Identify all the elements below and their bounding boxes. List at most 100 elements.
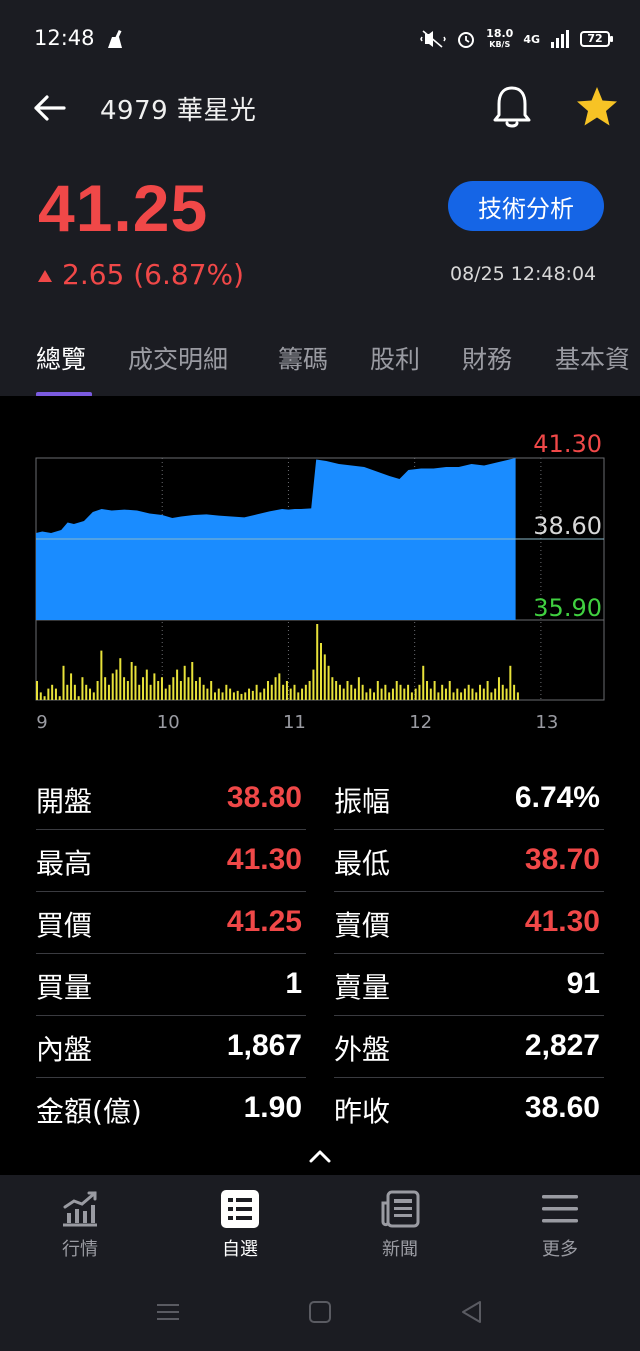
- volume-bar: [43, 696, 46, 700]
- bell-icon[interactable]: [490, 84, 534, 132]
- nav-watchlist[interactable]: 自選: [180, 1189, 300, 1260]
- volume-bar: [323, 654, 326, 700]
- stat-value: 1,867: [226, 1029, 302, 1062]
- signal-icon: [551, 30, 569, 48]
- stat-low: 最低 38.70: [334, 830, 604, 892]
- stat-value: 1: [285, 967, 302, 1000]
- volume-bar: [433, 681, 436, 700]
- volume-bar: [248, 688, 251, 700]
- stat-label: 最高: [36, 847, 93, 880]
- volume-bar: [501, 684, 504, 700]
- volume-bar: [217, 688, 220, 700]
- volume-bar: [259, 692, 262, 700]
- technical-analysis-button[interactable]: 技術分析: [448, 181, 604, 231]
- tab-trade-details[interactable]: 成交明細: [128, 340, 228, 376]
- mute-vibrate-icon: [420, 30, 447, 48]
- volume-bar: [456, 688, 459, 700]
- stat-value: 38.80: [226, 781, 302, 814]
- volume-bar: [312, 669, 315, 700]
- volume-bar: [399, 684, 402, 700]
- intraday-chart[interactable]: 9 10 11 12 13 41.30 38.60 35.90: [0, 396, 640, 756]
- volume-bar: [240, 693, 243, 700]
- stat-prev-close: 昨收 38.60: [334, 1078, 604, 1140]
- back-icon[interactable]: [458, 1299, 486, 1325]
- volume-bar: [444, 688, 447, 700]
- volume-bar: [403, 688, 406, 700]
- volume-bar: [350, 684, 353, 700]
- price-change: 2.65 (6.87%): [62, 258, 245, 291]
- tab-basic-info[interactable]: 基本資: [555, 340, 630, 376]
- volume-bar: [206, 688, 209, 700]
- y-min-label: 35.90: [533, 594, 602, 622]
- volume-bar: [380, 688, 383, 700]
- volume-bar: [342, 688, 345, 700]
- volume-bar: [308, 681, 311, 700]
- stat-label: 內盤: [36, 1033, 93, 1066]
- volume-bar: [134, 665, 137, 700]
- stat-value: 6.74%: [514, 781, 600, 814]
- volume-bar: [225, 684, 228, 700]
- volume-bar: [100, 650, 103, 700]
- volume-bar: [81, 677, 84, 700]
- chevron-up-icon[interactable]: [304, 1144, 336, 1168]
- stat-label: 賣量: [334, 971, 391, 1004]
- stat-turnover: 金額(億) 1.90: [36, 1078, 306, 1140]
- volume-bar: [297, 692, 300, 700]
- volume-bar: [437, 692, 440, 700]
- volume-bar: [338, 684, 341, 700]
- volume-bar: [391, 688, 394, 700]
- menu-icon: [542, 1195, 578, 1223]
- bottom-navigation: 行情 自選 新聞 更多: [0, 1175, 640, 1265]
- quote-timestamp: 08/25 12:48:04: [450, 263, 597, 285]
- volume-bar: [505, 688, 508, 700]
- volume-bar: [47, 688, 50, 700]
- nav-news[interactable]: 新聞: [340, 1189, 460, 1260]
- current-price: 41.25: [38, 171, 209, 245]
- volume-bar: [236, 690, 239, 700]
- volume-bar: [157, 681, 160, 700]
- volume-bar: [361, 684, 364, 700]
- star-icon[interactable]: [574, 84, 620, 130]
- stat-ask-volume: 賣量 91: [334, 954, 604, 1016]
- tab-dividends[interactable]: 股利: [370, 340, 420, 376]
- up-arrow-icon: [38, 270, 52, 282]
- network-type: 4G: [523, 32, 540, 46]
- volume-bar: [70, 673, 73, 700]
- volume-bar: [516, 692, 519, 700]
- volume-bar: [388, 692, 391, 700]
- tab-financials[interactable]: 財務: [462, 340, 512, 376]
- x-tick-label: 11: [283, 712, 306, 733]
- volume-bar: [36, 681, 38, 700]
- x-tick-label: 13: [535, 712, 558, 733]
- stat-value: 38.60: [524, 1091, 600, 1124]
- volume-bar: [179, 681, 182, 700]
- volume-bar: [111, 673, 114, 700]
- volume-bar: [376, 681, 379, 700]
- recents-icon[interactable]: [154, 1299, 182, 1325]
- volume-bar: [138, 684, 141, 700]
- volume-bar: [62, 665, 65, 700]
- tab-chips[interactable]: 籌碼: [278, 340, 328, 376]
- volume-bar: [497, 677, 500, 700]
- nav-market[interactable]: 行情: [20, 1189, 140, 1260]
- back-arrow-icon[interactable]: [30, 88, 70, 128]
- stock-header: 4979 華星光 41.25 2.65 (6.87%) 技術分析 08/25 1…: [0, 80, 640, 397]
- battery-icon: 72: [580, 31, 613, 47]
- volume-bar: [304, 684, 307, 700]
- stat-label: 開盤: [36, 785, 93, 818]
- stat-ask-price: 賣價 41.30: [334, 892, 604, 954]
- volume-bar: [354, 688, 357, 700]
- stat-value: 41.30: [226, 843, 302, 876]
- stat-label: 昨收: [334, 1095, 391, 1128]
- tab-overview[interactable]: 總覽: [36, 340, 86, 376]
- volume-bar: [191, 662, 194, 700]
- volume-bar: [85, 684, 88, 700]
- volume-bar: [414, 688, 417, 700]
- volume-bar: [58, 696, 61, 700]
- home-icon[interactable]: [306, 1299, 334, 1325]
- volume-bar: [441, 684, 444, 700]
- nav-more[interactable]: 更多: [500, 1189, 620, 1260]
- volume-bar: [51, 684, 54, 700]
- intraday-chart-svg: 9 10 11 12 13 41.30 38.60 35.90: [35, 430, 605, 733]
- volume-bar: [346, 681, 349, 700]
